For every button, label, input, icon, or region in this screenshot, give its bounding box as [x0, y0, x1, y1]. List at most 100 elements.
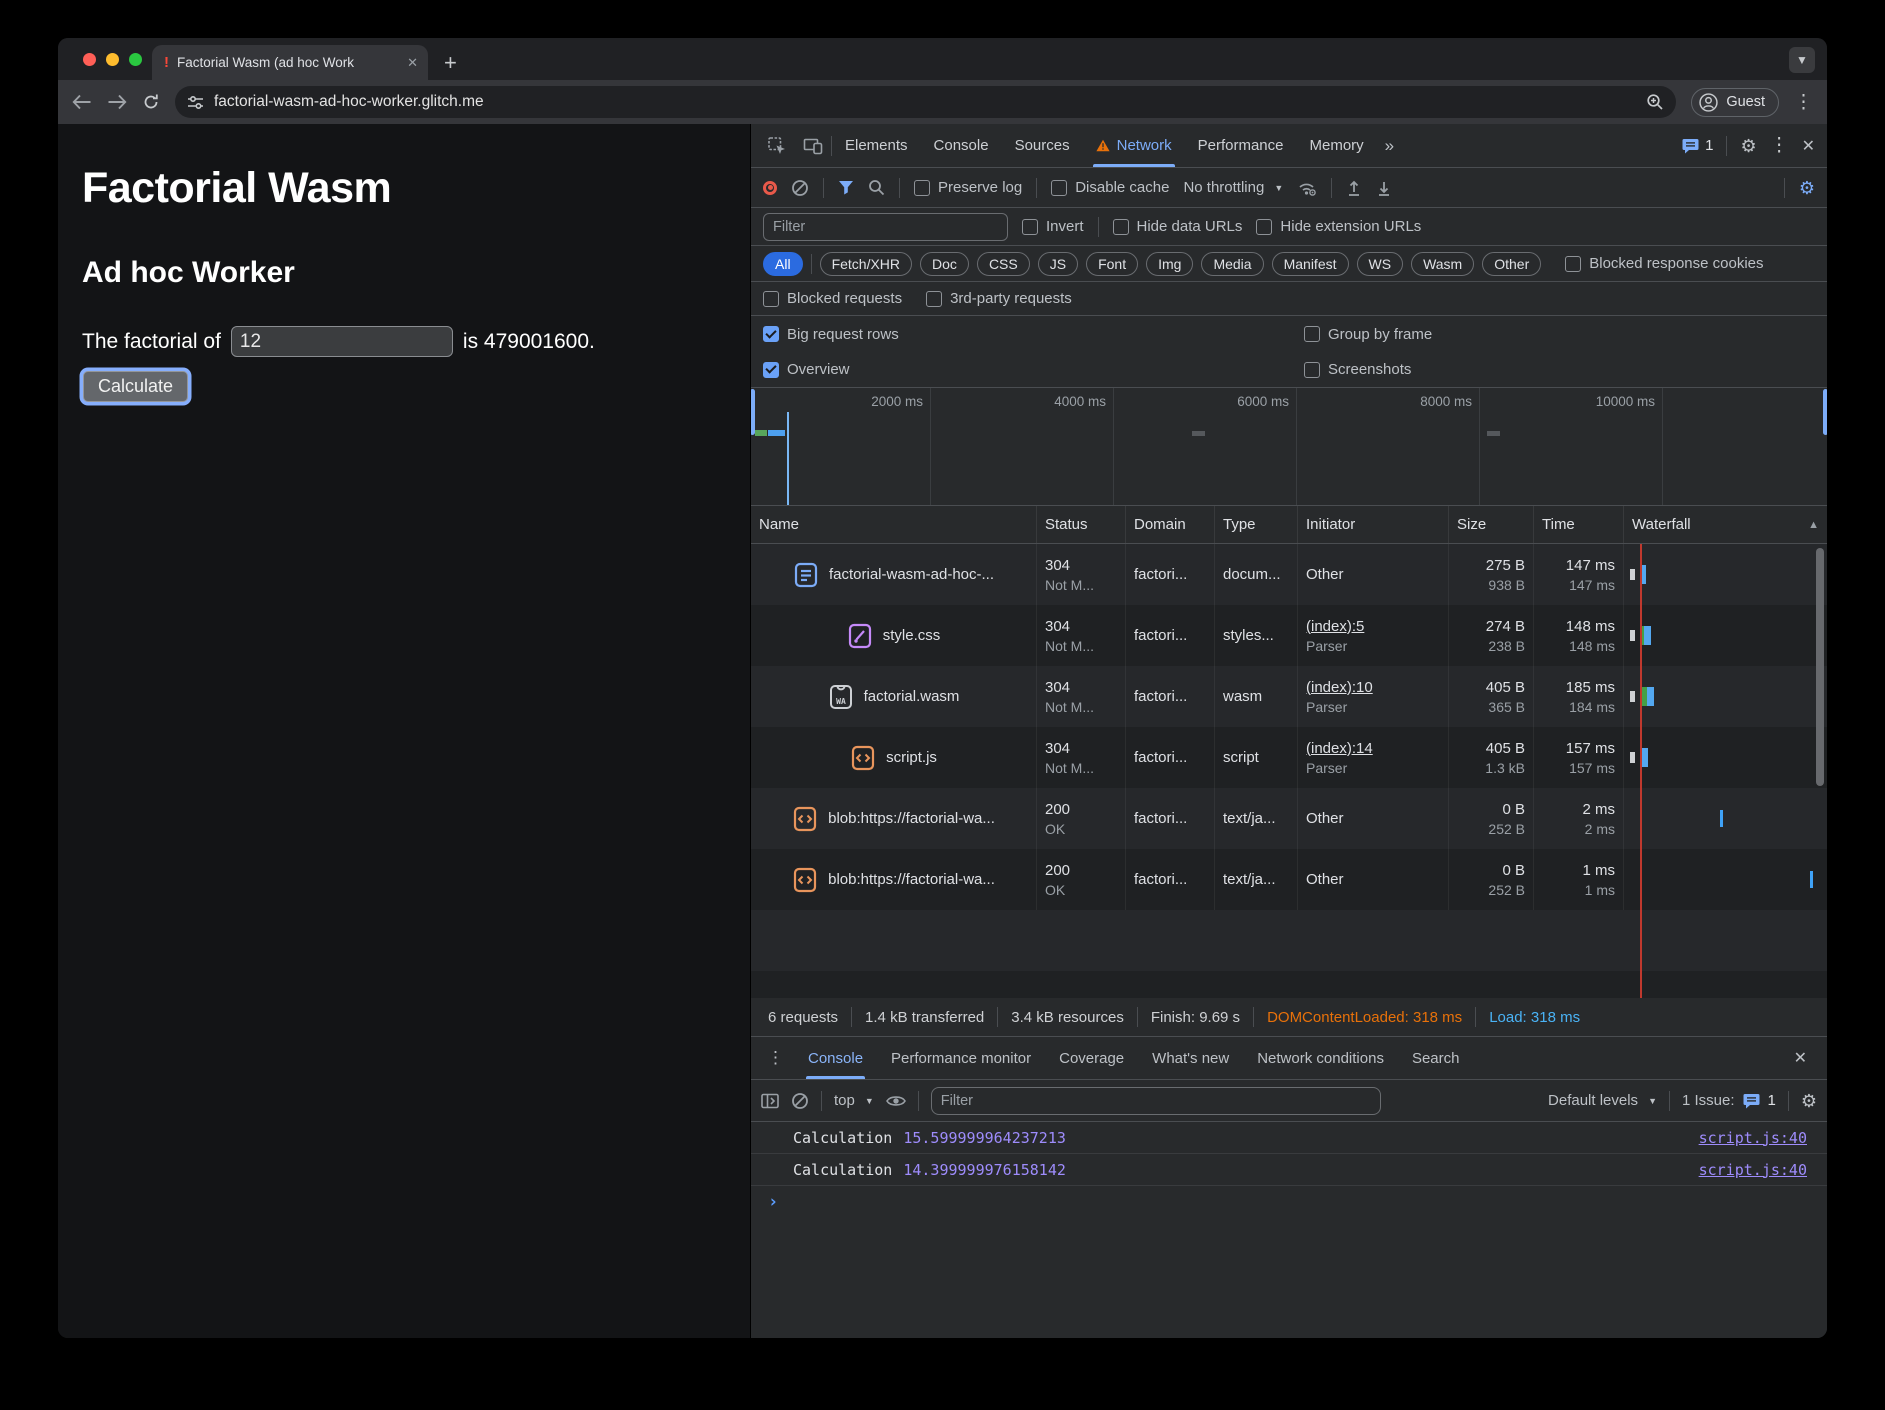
screenshots-checkbox[interactable]: Screenshots — [1304, 361, 1411, 378]
tab-performance[interactable]: Performance — [1185, 124, 1297, 167]
chip-ws[interactable]: WS — [1357, 252, 1404, 276]
browser-tab[interactable]: ! Factorial Wasm (ad hoc Work ✕ — [152, 45, 428, 80]
console-settings-gear-icon[interactable]: ⚙ — [1801, 1092, 1817, 1110]
address-bar[interactable]: factorial-wasm-ad-hoc-worker.glitch.me — [175, 86, 1676, 118]
log-levels-dropdown[interactable]: Default levels ▼ — [1548, 1092, 1657, 1109]
timeline-right-handle[interactable] — [1823, 389, 1827, 435]
third-party-requests-checkbox[interactable]: 3rd-party requests — [926, 290, 1072, 307]
network-conditions-icon[interactable] — [1297, 179, 1317, 197]
table-scrollbar[interactable] — [1816, 548, 1824, 786]
preserve-log-checkbox[interactable]: Preserve log — [914, 179, 1022, 196]
clear-network-log-icon[interactable] — [791, 179, 809, 197]
issues-button[interactable]: 1 — [1682, 137, 1713, 154]
console-sidebar-icon[interactable] — [761, 1093, 779, 1109]
chip-all[interactable]: All — [763, 252, 803, 276]
zoom-icon[interactable] — [1646, 93, 1664, 111]
chip-css[interactable]: CSS — [977, 252, 1030, 276]
drawer-tab-network-conditions[interactable]: Network conditions — [1243, 1037, 1398, 1079]
tab-console[interactable]: Console — [921, 124, 1002, 167]
filter-funnel-icon[interactable] — [838, 180, 854, 195]
minimize-window-button[interactable] — [106, 53, 119, 66]
disable-cache-checkbox[interactable]: Disable cache — [1051, 179, 1169, 196]
close-window-button[interactable] — [83, 53, 96, 66]
throttling-dropdown[interactable]: No throttling ▼ — [1183, 179, 1283, 196]
maximize-window-button[interactable] — [129, 53, 142, 66]
device-toolbar-icon[interactable] — [795, 136, 831, 156]
tab-close-icon[interactable]: ✕ — [407, 55, 418, 71]
big-request-rows-checkbox[interactable]: Big request rows — [763, 326, 899, 343]
column-header-waterfall[interactable]: Waterfall ▲ — [1624, 506, 1827, 543]
back-icon[interactable] — [72, 94, 92, 110]
blocked-response-cookies-checkbox[interactable]: Blocked response cookies — [1565, 255, 1763, 272]
drawer-tab-performance-monitor[interactable]: Performance monitor — [877, 1037, 1045, 1079]
devtools-menu-kebab-icon[interactable]: ⋮ — [1770, 134, 1789, 157]
console-message[interactable]: Calculation 14.399999976158142 script.js… — [751, 1154, 1827, 1186]
column-header-domain[interactable]: Domain — [1126, 506, 1215, 543]
table-row[interactable]: style.css 304Not M... factori... styles.… — [751, 605, 1827, 666]
overview-checkbox[interactable]: Overview — [763, 361, 850, 378]
table-row[interactable]: blob:https://factorial-wa... 200OK facto… — [751, 788, 1827, 849]
message-source-link[interactable]: script.js:40 — [1699, 1129, 1807, 1147]
column-header-size[interactable]: Size — [1449, 506, 1534, 543]
inspect-element-icon[interactable] — [759, 136, 795, 156]
window-controls[interactable] — [83, 53, 142, 66]
tab-search-chevron-icon[interactable]: ▼ — [1789, 47, 1815, 73]
console-prompt[interactable]: › — [751, 1186, 1827, 1218]
message-source-link[interactable]: script.js:40 — [1699, 1161, 1807, 1179]
network-settings-gear-icon[interactable]: ⚙ — [1799, 179, 1815, 197]
import-har-icon[interactable] — [1346, 179, 1362, 197]
chip-img[interactable]: Img — [1146, 252, 1193, 276]
issues-counter-button[interactable]: 1 Issue: 1 — [1682, 1092, 1776, 1109]
tab-network[interactable]: Network — [1083, 124, 1185, 167]
devtools-close-icon[interactable]: ✕ — [1802, 136, 1815, 156]
drawer-tab-coverage[interactable]: Coverage — [1045, 1037, 1138, 1079]
browser-menu-kebab-icon[interactable]: ⋮ — [1794, 91, 1813, 114]
chip-js[interactable]: JS — [1038, 252, 1078, 276]
chip-doc[interactable]: Doc — [920, 252, 969, 276]
clear-console-icon[interactable] — [791, 1092, 809, 1110]
console-filter-input[interactable] — [931, 1087, 1381, 1115]
forward-icon[interactable] — [107, 94, 127, 110]
calculate-button[interactable]: Calculate — [83, 371, 188, 402]
chip-font[interactable]: Font — [1086, 252, 1138, 276]
table-row[interactable]: factorial-wasm-ad-hoc-... 304Not M... fa… — [751, 544, 1827, 605]
live-expression-eye-icon[interactable] — [886, 1094, 906, 1108]
context-selector-dropdown[interactable]: top ▼ — [834, 1092, 874, 1109]
column-header-initiator[interactable]: Initiator — [1298, 506, 1449, 543]
column-header-time[interactable]: Time — [1534, 506, 1624, 543]
column-header-type[interactable]: Type — [1215, 506, 1298, 543]
drawer-tab-search[interactable]: Search — [1398, 1037, 1474, 1079]
devtools-settings-gear-icon[interactable]: ⚙ — [1740, 137, 1756, 155]
table-row[interactable]: blob:https://factorial-wa... 200OK facto… — [751, 849, 1827, 910]
initiator-link[interactable]: (index):5 — [1306, 618, 1440, 635]
hide-extension-urls-checkbox[interactable]: Hide extension URLs — [1256, 218, 1421, 235]
drawer-menu-kebab-icon[interactable]: ⋮ — [757, 1048, 794, 1068]
hide-data-urls-checkbox[interactable]: Hide data URLs — [1113, 218, 1243, 235]
chip-fetch-xhr[interactable]: Fetch/XHR — [820, 252, 912, 276]
network-search-icon[interactable] — [868, 179, 885, 196]
initiator-link[interactable]: (index):10 — [1306, 679, 1440, 696]
more-tabs-icon[interactable]: » — [1377, 136, 1402, 156]
column-header-status[interactable]: Status — [1037, 506, 1126, 543]
chip-manifest[interactable]: Manifest — [1272, 252, 1349, 276]
blocked-requests-checkbox[interactable]: Blocked requests — [763, 290, 902, 307]
network-filter-input[interactable] — [763, 213, 1008, 241]
new-tab-button[interactable]: + — [444, 52, 457, 74]
drawer-close-icon[interactable]: ✕ — [1794, 1048, 1807, 1068]
tab-sources[interactable]: Sources — [1002, 124, 1083, 167]
drawer-tab-console[interactable]: Console — [794, 1037, 877, 1079]
tab-memory[interactable]: Memory — [1297, 124, 1377, 167]
network-overview-timeline[interactable]: 2000 ms 4000 ms 6000 ms 8000 ms 10000 ms… — [751, 388, 1827, 506]
group-by-frame-checkbox[interactable]: Group by frame — [1304, 326, 1432, 343]
drawer-tab-whats-new[interactable]: What's new — [1138, 1037, 1243, 1079]
timeline-left-handle[interactable] — [751, 389, 755, 435]
initiator-link[interactable]: (index):14 — [1306, 740, 1440, 757]
invert-checkbox[interactable]: Invert — [1022, 218, 1084, 235]
factorial-input[interactable] — [231, 326, 453, 357]
table-row[interactable]: WA factorial.wasm 304Not M... factori...… — [751, 666, 1827, 727]
reload-icon[interactable] — [142, 93, 160, 111]
table-row[interactable]: script.js 304Not M... factori... script … — [751, 727, 1827, 788]
column-header-name[interactable]: Name — [751, 506, 1037, 543]
chip-media[interactable]: Media — [1201, 252, 1263, 276]
guest-profile-button[interactable]: Guest — [1691, 88, 1779, 117]
